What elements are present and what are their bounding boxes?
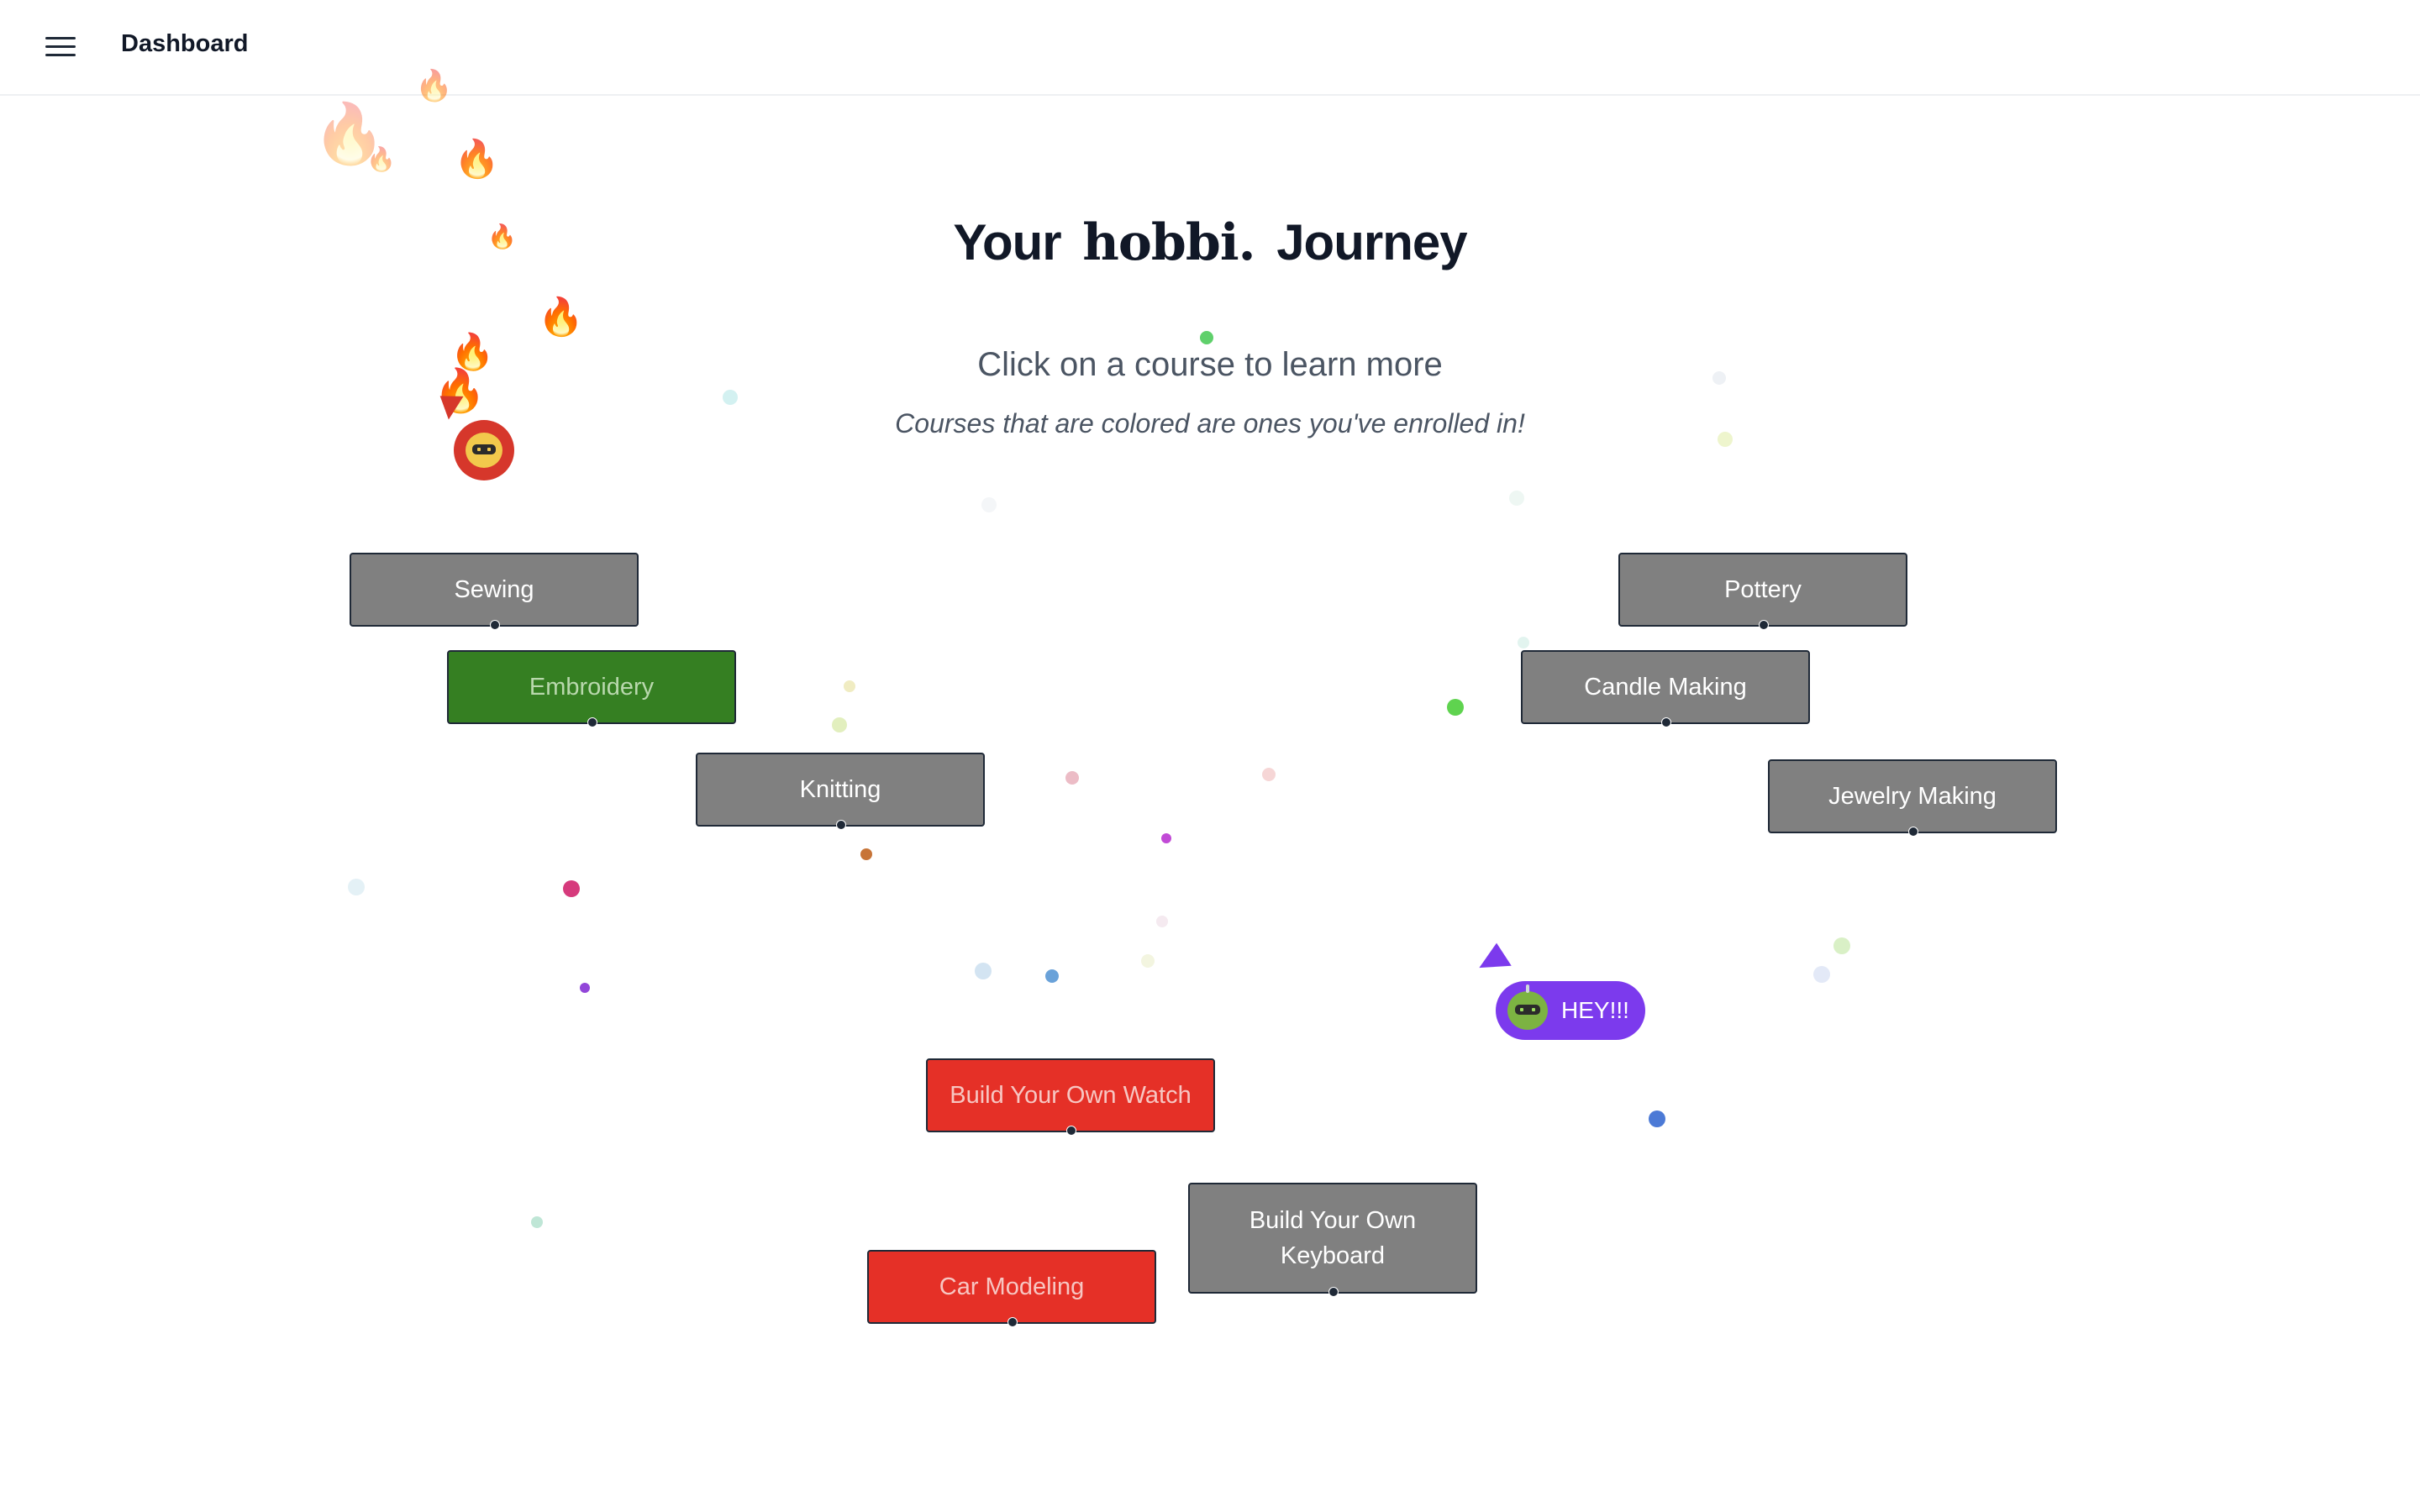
course-jewelry-making[interactable]: Jewelry Making: [1768, 759, 2057, 837]
course-label: Pottery: [1724, 576, 1802, 603]
course-embroidery[interactable]: Embroidery: [447, 650, 736, 727]
fire-emoji-icon: 🔥: [487, 223, 517, 249]
course-label: Build Your Own Watch: [950, 1082, 1192, 1109]
heading-prefix: Your: [953, 214, 1061, 270]
fire-emoji-icon: 🔥: [538, 297, 584, 338]
course-candle-making[interactable]: Candle Making: [1521, 650, 1810, 727]
course-build-your-own-watch[interactable]: Build Your Own Watch: [926, 1058, 1215, 1136]
course-car-modeling[interactable]: Car Modeling: [867, 1250, 1156, 1327]
confetti-dot: [1813, 966, 1830, 983]
course-label: Candle Making: [1584, 674, 1747, 701]
collaborator-message: HEY!!!: [1561, 997, 1629, 1023]
course-label: Sewing: [454, 576, 534, 603]
confetti-dot: [348, 879, 365, 895]
brand-logo: hobbi.: [1082, 213, 1255, 272]
enrollment-note: Courses that are colored are ones you've…: [895, 408, 1525, 438]
connector-handle[interactable]: [1066, 1126, 1076, 1136]
connector-handle[interactable]: [1661, 717, 1671, 727]
confetti-dot: [1718, 432, 1733, 447]
course-label: Jewelry Making: [1828, 783, 1996, 810]
confetti-dot: [1649, 1110, 1665, 1127]
course-build-your-own-keyboard[interactable]: Build Your Own Keyboard: [1188, 1183, 1477, 1297]
confetti-dot: [563, 880, 580, 897]
course-label: Embroidery: [529, 674, 655, 701]
confetti-dot: [1262, 768, 1276, 781]
confetti-dot: [1045, 969, 1059, 983]
confetti-dot: [723, 390, 738, 405]
confetti-dot: [1141, 954, 1155, 968]
course-knitting[interactable]: Knitting: [696, 753, 985, 830]
fire-emoji-icon: 🔥: [454, 139, 500, 180]
confetti-dot: [580, 983, 590, 993]
course-label: Knitting: [799, 776, 881, 803]
confetti-dot: [1518, 637, 1529, 648]
top-bar: Dashboard: [0, 0, 2420, 96]
confetti-dot: [1156, 916, 1168, 927]
robot-avatar-icon: [1507, 984, 1548, 1030]
confetti-dot: [1065, 771, 1079, 785]
confetti-dot: [832, 717, 847, 732]
confetti-dot: [1712, 371, 1726, 385]
robot-avatar-icon: [454, 420, 514, 480]
fire-emoji-icon: 🔥: [415, 68, 453, 102]
confetti-dot: [860, 848, 872, 860]
connector-handle[interactable]: [587, 717, 597, 727]
connector-handle[interactable]: [1328, 1287, 1339, 1297]
connector-handle[interactable]: [490, 620, 500, 630]
confetti-dot: [1200, 331, 1213, 344]
collaborator-message-bubble: HEY!!!: [1496, 981, 1645, 1040]
collaborator-cursor-icon: [1479, 942, 1518, 983]
connector-handle[interactable]: [1759, 620, 1769, 630]
confetti-dot: [1161, 833, 1171, 843]
heading-suffix: Journey: [1276, 214, 1467, 270]
confetti-dot: [844, 680, 855, 692]
journey-heading: Your hobbi. Journey: [0, 213, 2420, 272]
instructions-text: Click on a course to learn more: [977, 346, 1443, 383]
confetti-dot: [531, 1216, 543, 1228]
course-label: Build Your Own Keyboard: [1249, 1207, 1417, 1269]
confetti-dot: [1447, 699, 1464, 716]
connector-handle[interactable]: [836, 820, 846, 830]
course-pottery[interactable]: Pottery: [1618, 553, 1907, 630]
confetti-dot: [975, 963, 992, 979]
confetti-dot: [1833, 937, 1850, 954]
fire-emoji-icon: 🔥: [366, 146, 396, 172]
connector-handle[interactable]: [1908, 827, 1918, 837]
connector-handle[interactable]: [1007, 1317, 1018, 1327]
confetti-dot: [981, 497, 997, 512]
page-title: Dashboard: [121, 30, 249, 57]
fire-emoji-icon: 🔥: [450, 332, 495, 371]
hamburger-menu-icon[interactable]: [44, 34, 77, 60]
confetti-dot: [1509, 491, 1524, 506]
course-sewing[interactable]: Sewing: [350, 553, 639, 630]
course-label: Car Modeling: [939, 1273, 1085, 1300]
